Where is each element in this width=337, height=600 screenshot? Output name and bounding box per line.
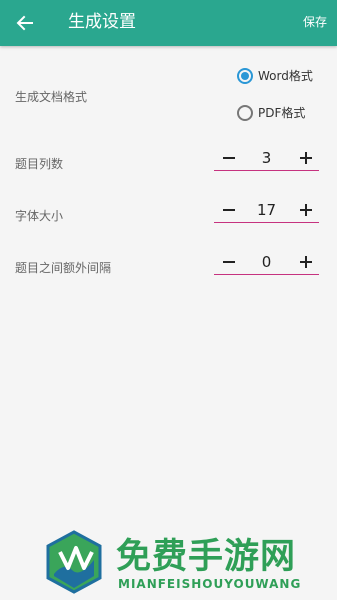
spacing-value[interactable]: 0 bbox=[244, 253, 289, 271]
font-size-label: 字体大小 bbox=[15, 209, 64, 223]
plus-icon[interactable] bbox=[297, 148, 315, 168]
format-label: 生成文档格式 bbox=[15, 90, 88, 104]
radio-word[interactable]: Word格式 bbox=[237, 67, 313, 84]
font-size-value[interactable]: 17 bbox=[244, 201, 289, 219]
page-title: 生成设置 bbox=[68, 12, 136, 32]
arrow-left-icon bbox=[16, 15, 33, 31]
save-button[interactable]: 保存 bbox=[303, 14, 327, 30]
radio-pdf-label: PDF格式 bbox=[258, 106, 306, 120]
radio-checked-icon bbox=[237, 67, 253, 84]
font-size-stepper: 17 bbox=[214, 200, 319, 223]
columns-label: 题目列数 bbox=[15, 157, 64, 171]
plus-icon[interactable] bbox=[297, 252, 315, 272]
radio-unchecked-icon bbox=[237, 104, 253, 121]
back-button[interactable] bbox=[10, 8, 40, 38]
watermark-subtitle: MIANFEISHOUYOUWANG bbox=[118, 577, 302, 591]
watermark-logo-icon bbox=[46, 530, 102, 594]
radio-word-label: Word格式 bbox=[258, 69, 313, 83]
columns-value[interactable]: 3 bbox=[244, 149, 289, 167]
minus-icon[interactable] bbox=[220, 252, 238, 272]
minus-icon[interactable] bbox=[220, 148, 238, 168]
columns-stepper: 3 bbox=[214, 148, 319, 171]
plus-icon[interactable] bbox=[297, 200, 315, 220]
watermark: 免费手游网 MIANFEISHOUYOUWANG bbox=[38, 527, 328, 597]
watermark-title: 免费手游网 bbox=[116, 537, 297, 577]
app-bar: 生成设置 保存 bbox=[0, 0, 337, 46]
spacing-label: 题目之间额外间隔 bbox=[15, 261, 112, 275]
minus-icon[interactable] bbox=[220, 200, 238, 220]
spacing-stepper: 0 bbox=[214, 252, 319, 275]
radio-pdf[interactable]: PDF格式 bbox=[237, 104, 305, 121]
